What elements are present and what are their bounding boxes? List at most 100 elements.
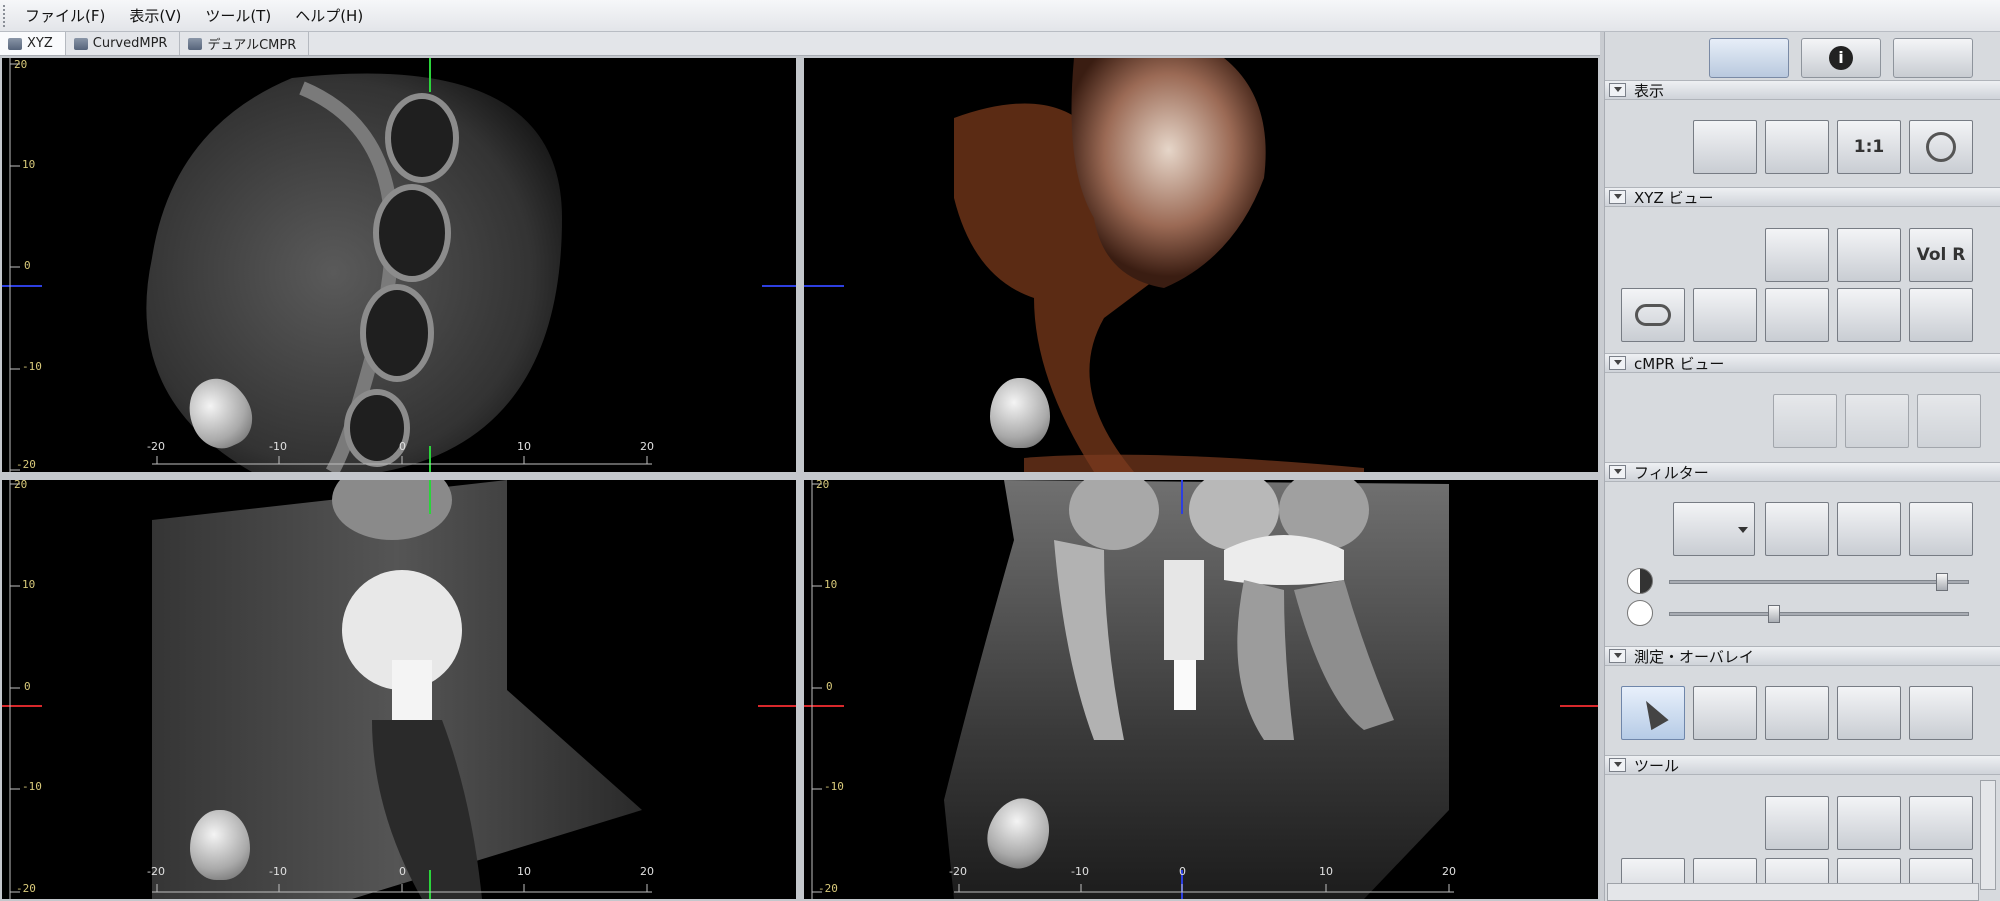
arch-curve-tool-button[interactable] xyxy=(1765,796,1829,850)
section-display-header[interactable]: 表示 xyxy=(1605,80,2000,100)
ruler-v-label: 20 xyxy=(14,58,28,71)
ruler-v-label: -10 xyxy=(824,780,844,793)
section-title: XYZ ビュー xyxy=(1634,188,1714,207)
slice-image-br xyxy=(804,480,1598,899)
ruler-h-label: 20 xyxy=(640,865,654,878)
contrast-slider[interactable] xyxy=(1669,580,1969,584)
reset-orientation-button[interactable] xyxy=(1765,228,1829,282)
ruler-h-label: -10 xyxy=(269,865,287,878)
cmpr-angle-button[interactable] xyxy=(1845,394,1909,448)
tab-xyz[interactable]: XYZ xyxy=(0,32,66,55)
ruler-v-label: 0 xyxy=(24,259,31,272)
contrast-slider-thumb[interactable] xyxy=(1936,573,1948,591)
volume-cylinder-button[interactable] xyxy=(1837,796,1901,850)
tab-curvedmpr[interactable]: CurvedMPR xyxy=(66,32,181,55)
section-cmpr-view-header[interactable]: cMPR ビュー xyxy=(1605,353,2000,373)
ruler-h-label: -20 xyxy=(949,865,967,878)
brightness-slider-thumb[interactable] xyxy=(1768,605,1780,623)
slice-thickness-vertical-button[interactable] xyxy=(1693,288,1757,342)
viewport-bottom-right[interactable]: 20 10 0 -10 -20 -20 -10 0 10 20 xyxy=(804,480,1598,899)
panel-horizontal-scrollbar[interactable] xyxy=(1607,883,1979,901)
ruler-v-label: 10 xyxy=(22,578,36,591)
sharpen-filter-dropdown[interactable] xyxy=(1673,502,1755,556)
tab-label: XYZ xyxy=(27,36,53,51)
magnifier-icon xyxy=(1926,132,1956,162)
link-icon xyxy=(1635,304,1671,326)
viewport-top-left[interactable]: 20 10 0 -10 -20 -20 -10 0 10 20 xyxy=(2,58,796,472)
orientation-head-icon[interactable] xyxy=(990,378,1050,448)
film-slice-button[interactable] xyxy=(1837,228,1901,282)
ruler-h-label: 0 xyxy=(1179,865,1186,878)
section-xyz-view-header[interactable]: XYZ ビュー xyxy=(1605,187,2000,207)
collapse-icon xyxy=(1609,190,1626,204)
link-views-button[interactable] xyxy=(1621,288,1685,342)
pointer-tool-button[interactable] xyxy=(1621,686,1685,740)
info-button[interactable]: i xyxy=(1801,38,1881,78)
menu-view[interactable]: 表示(V) xyxy=(117,0,193,32)
compass-tool-button[interactable] xyxy=(1909,686,1973,740)
tab-label: デュアルCMPR xyxy=(207,38,297,53)
axis-tilt-button[interactable] xyxy=(1837,288,1901,342)
panel-mode-buttons: i xyxy=(1605,36,2000,82)
chevron-down-icon xyxy=(1738,527,1748,533)
database-button[interactable] xyxy=(1709,38,1789,78)
viewport-3d-render[interactable] xyxy=(804,58,1598,472)
actual-size-button[interactable]: 1:1 xyxy=(1837,120,1901,174)
section-title: ツール xyxy=(1634,756,1680,775)
section-title: cMPR ビュー xyxy=(1634,354,1725,373)
collapse-icon xyxy=(1609,83,1626,97)
cmpr-curve-button[interactable] xyxy=(1773,394,1837,448)
volume-render-image xyxy=(804,58,1364,472)
ruler-h-label: 0 xyxy=(399,440,406,453)
xyz-icon xyxy=(8,37,22,50)
ruler-h-label: -10 xyxy=(1071,865,1089,878)
filter-curve-log-button[interactable] xyxy=(1837,502,1901,556)
tab-dual-cmpr[interactable]: デュアルCMPR xyxy=(180,32,310,55)
ruler-h-label: -10 xyxy=(269,440,287,453)
rotate-layout-button[interactable] xyxy=(1693,120,1757,174)
ruler-h-label: 20 xyxy=(1442,865,1456,878)
menu-tools[interactable]: ツール(T) xyxy=(193,0,283,32)
ruler-v-label: -20 xyxy=(16,458,36,471)
collapse-icon xyxy=(1609,649,1626,663)
menu-help[interactable]: ヘルプ(H) xyxy=(283,0,375,32)
section-title: 測定・オーバレイ xyxy=(1634,647,1754,666)
ruler-v-label: -10 xyxy=(22,360,42,373)
slice-thickness-horizontal-button[interactable] xyxy=(1765,288,1829,342)
window-level-button[interactable] xyxy=(1765,120,1829,174)
section-filter-header[interactable]: フィルター xyxy=(1605,462,2000,482)
distance-ruler-button[interactable] xyxy=(1765,686,1829,740)
panel-vertical-scrollbar[interactable] xyxy=(1980,780,1996,890)
menu-file[interactable]: ファイル(F) xyxy=(13,0,117,32)
eraser-tool-button[interactable] xyxy=(1693,686,1757,740)
jaw-model-button[interactable] xyxy=(1909,796,1973,850)
dual-cmpr-icon xyxy=(188,37,203,50)
ruler-v-label: 20 xyxy=(816,480,830,491)
rotate-volume-button[interactable] xyxy=(1909,288,1973,342)
filter-curve-plateau-button[interactable] xyxy=(1909,502,1973,556)
control-panel: i 表示 1:1 XYZ ビュー Vol R cMPR ビュー フィルター 測定… xyxy=(1604,32,2000,901)
view-tab-bar: XYZ CurvedMPR デュアルCMPR xyxy=(0,32,1600,56)
cmpr-arch-button[interactable] xyxy=(1917,394,1981,448)
viewport-bottom-left[interactable]: 20 10 0 -10 -20 -20 -10 0 10 20 xyxy=(2,480,796,899)
ruler-h-label: 10 xyxy=(517,440,531,453)
one-to-one-label: 1:1 xyxy=(1853,137,1885,157)
brightness-slider[interactable] xyxy=(1669,612,1969,616)
brightness-sun-icon xyxy=(1627,600,1653,626)
collapse-icon xyxy=(1609,465,1626,479)
ruler-h-label: 10 xyxy=(517,865,531,878)
ruler-h-label: 10 xyxy=(1319,865,1333,878)
menu-bar: ファイル(F) 表示(V) ツール(T) ヘルプ(H) xyxy=(0,0,2000,32)
eraser-button[interactable] xyxy=(1893,38,1973,78)
section-measure-header[interactable]: 測定・オーバレイ xyxy=(1605,646,2000,666)
volume-render-button[interactable]: Vol R xyxy=(1909,228,1973,282)
angle-protractor-button[interactable] xyxy=(1837,686,1901,740)
zoom-x2-button[interactable] xyxy=(1909,120,1973,174)
tab-label: CurvedMPR xyxy=(92,36,168,51)
ruler-v-label: 10 xyxy=(824,578,838,591)
slice-image-tl xyxy=(2,58,796,472)
orientation-head-icon[interactable] xyxy=(190,810,250,880)
filter-curve-s-button[interactable] xyxy=(1765,502,1829,556)
section-tools-header[interactable]: ツール xyxy=(1605,755,2000,775)
section-title: 表示 xyxy=(1634,81,1665,100)
